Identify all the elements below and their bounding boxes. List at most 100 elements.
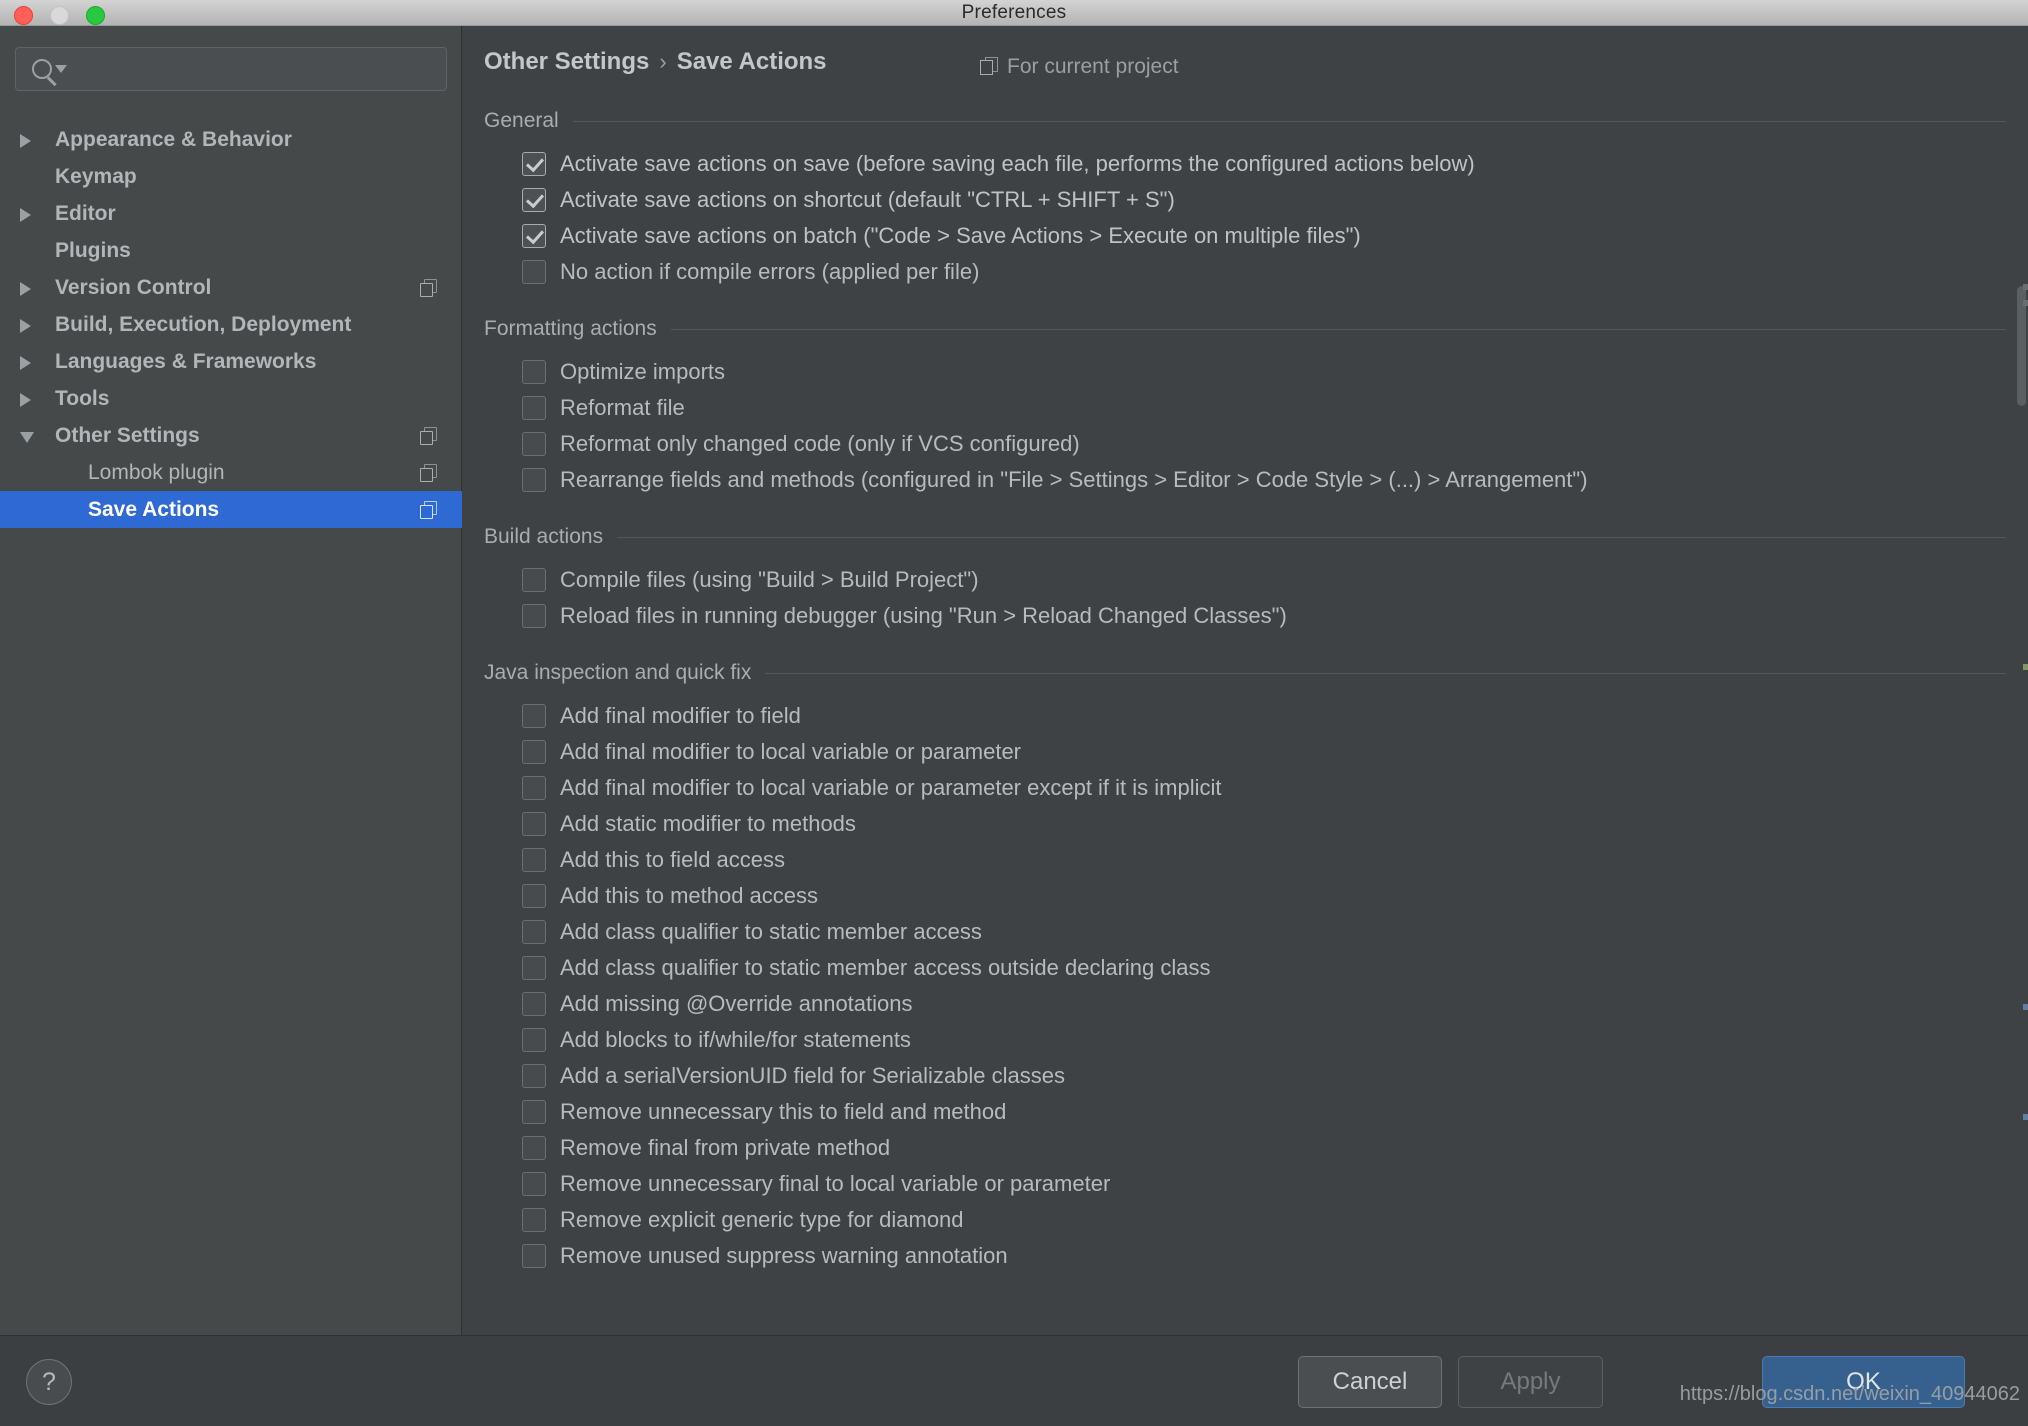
checkbox-row[interactable]: Add class qualifier to static member acc… — [462, 950, 2028, 986]
checkbox-row[interactable]: Activate save actions on shortcut (defau… — [462, 182, 2028, 218]
checkbox-row[interactable]: Add final modifier to local variable or … — [462, 770, 2028, 806]
sidebar-item-build-execution-deployment[interactable]: Build, Execution, Deployment — [0, 306, 462, 343]
sidebar-item-save-actions[interactable]: Save Actions — [0, 491, 462, 528]
sidebar-item-languages-frameworks[interactable]: Languages & Frameworks — [0, 343, 462, 380]
checkbox-row[interactable]: Remove unnecessary final to local variab… — [462, 1166, 2028, 1202]
checkbox-row[interactable]: Remove final from private method — [462, 1130, 2028, 1166]
checkbox-row[interactable]: Add this to field access — [462, 842, 2028, 878]
apply-button[interactable]: Apply — [1458, 1356, 1603, 1408]
checkbox-unchecked[interactable] — [522, 704, 546, 728]
checkbox-unchecked[interactable] — [522, 1100, 546, 1124]
checkbox-row[interactable]: Compile files (using "Build > Build Proj… — [462, 562, 2028, 598]
sidebar-item-other-settings[interactable]: Other Settings — [0, 417, 462, 454]
checkbox-unchecked[interactable] — [522, 1064, 546, 1088]
checkbox-row[interactable]: Remove explicit generic type for diamond — [462, 1202, 2028, 1238]
checkbox-row[interactable]: Add this to method access — [462, 878, 2028, 914]
checkbox-checked[interactable] — [522, 224, 546, 248]
checkbox-unchecked[interactable] — [522, 920, 546, 944]
checkbox-row[interactable]: Reload files in running debugger (using … — [462, 598, 2028, 634]
sidebar-item-label: Lombok plugin — [88, 461, 225, 484]
checkbox-label: Add final modifier to local variable or … — [560, 739, 1022, 764]
checkbox-row[interactable]: Add final modifier to field — [462, 698, 2028, 734]
checkbox-label: Add a serialVersionUID field for Seriali… — [560, 1063, 1066, 1088]
sidebar-item-lombok-plugin[interactable]: Lombok plugin — [0, 454, 462, 491]
checkbox-row[interactable]: Add blocks to if/while/for statements — [462, 1022, 2028, 1058]
checkbox-row[interactable]: No action if compile errors (applied per… — [462, 254, 2028, 290]
section-header: Formatting actions — [462, 312, 2028, 346]
sidebar-item-version-control[interactable]: Version Control — [0, 269, 462, 306]
sidebar-item-plugins[interactable]: Plugins — [0, 232, 462, 269]
checkbox-row[interactable]: Activate save actions on save (before sa… — [462, 146, 2028, 182]
checkbox-unchecked[interactable] — [522, 432, 546, 456]
help-button[interactable]: ? — [26, 1359, 72, 1405]
breadcrumb: Other Settings › Save Actions — [484, 48, 827, 76]
checkbox-unchecked[interactable] — [522, 396, 546, 420]
checkbox-label: Activate save actions on save (before sa… — [560, 151, 1475, 176]
checkbox-row[interactable]: Activate save actions on batch ("Code > … — [462, 218, 2028, 254]
checkbox-unchecked[interactable] — [522, 1136, 546, 1160]
breadcrumb-separator: › — [659, 49, 667, 74]
checkbox-row[interactable]: Optimize imports — [462, 354, 2028, 390]
dialog-body: Appearance & Behavior Keymap Editor Plugins… — [0, 26, 2028, 1335]
chevron-down-icon — [55, 65, 67, 73]
chevron-right-icon[interactable] — [20, 134, 31, 148]
checkbox-label: Remove explicit generic type for diamond — [560, 1207, 964, 1232]
breadcrumb-parent[interactable]: Other Settings — [484, 48, 649, 75]
chevron-down-icon[interactable] — [20, 432, 34, 443]
checkbox-row[interactable]: Add class qualifier to static member acc… — [462, 914, 2028, 950]
watermark-text: https://blog.csdn.net/weixin_40944062 — [1679, 1383, 2020, 1405]
checkbox-row[interactable]: Rearrange fields and methods (configured… — [462, 462, 2028, 498]
checkbox-row[interactable]: Reformat file — [462, 390, 2028, 426]
sidebar-item-keymap[interactable]: Keymap — [0, 158, 462, 195]
title-bar: Preferences — [0, 0, 2028, 26]
sidebar-item-editor[interactable]: Editor — [0, 195, 462, 232]
checkbox-unchecked[interactable] — [522, 568, 546, 592]
checkbox-unchecked[interactable] — [522, 360, 546, 384]
checkbox-label: Reformat file — [560, 395, 685, 420]
checkbox-label: Add final modifier to local variable or … — [560, 775, 1222, 800]
settings-scroll-area[interactable]: General Activate save actions on save (be… — [462, 104, 2028, 1335]
checkbox-unchecked[interactable] — [522, 740, 546, 764]
chevron-right-icon[interactable] — [20, 319, 31, 333]
copy-icon — [420, 501, 438, 519]
checkbox-row[interactable]: Add static modifier to methods — [462, 806, 2028, 842]
checkbox-unchecked[interactable] — [522, 1028, 546, 1052]
sidebar-item-label: Appearance & Behavior — [55, 128, 292, 151]
checkbox-checked[interactable] — [522, 152, 546, 176]
section-divider — [670, 328, 2006, 330]
project-scope-label: For current project — [980, 54, 1179, 79]
checkbox-unchecked[interactable] — [522, 812, 546, 836]
checkbox-unchecked[interactable] — [522, 1172, 546, 1196]
sidebar-item-label: Plugins — [55, 239, 131, 262]
checkbox-unchecked[interactable] — [522, 992, 546, 1016]
checkbox-unchecked[interactable] — [522, 1208, 546, 1232]
checkbox-unchecked[interactable] — [522, 604, 546, 628]
chevron-right-icon[interactable] — [20, 393, 31, 407]
checkbox-unchecked[interactable] — [522, 956, 546, 980]
checkbox-unchecked[interactable] — [522, 848, 546, 872]
checkbox-unchecked[interactable] — [522, 1244, 546, 1268]
checkbox-checked[interactable] — [522, 188, 546, 212]
checkbox-row[interactable]: Reformat only changed code (only if VCS … — [462, 426, 2028, 462]
checkbox-unchecked[interactable] — [522, 776, 546, 800]
chevron-right-icon[interactable] — [20, 208, 31, 222]
cancel-button[interactable]: Cancel — [1298, 1356, 1442, 1408]
checkbox-unchecked[interactable] — [522, 468, 546, 492]
search-input[interactable] — [15, 47, 447, 91]
checkbox-row[interactable]: Remove unnecessary this to field and met… — [462, 1094, 2028, 1130]
chevron-right-icon[interactable] — [20, 356, 31, 370]
checkbox-row[interactable]: Add a serialVersionUID field for Seriali… — [462, 1058, 2028, 1094]
checkbox-unchecked[interactable] — [522, 260, 546, 284]
checkbox-label: Remove unnecessary final to local variab… — [560, 1171, 1111, 1196]
sidebar-item-tools[interactable]: Tools — [0, 380, 462, 417]
section-header: General — [462, 104, 2028, 138]
checkbox-row[interactable]: Remove unused suppress warning annotatio… — [462, 1238, 2028, 1274]
checkbox-row[interactable]: Add final modifier to local variable or … — [462, 734, 2028, 770]
chevron-right-icon[interactable] — [20, 282, 31, 296]
sidebar-item-appearance-behavior[interactable]: Appearance & Behavior — [0, 121, 462, 158]
checkbox-unchecked[interactable] — [522, 884, 546, 908]
checkbox-row[interactable]: Add missing @Override annotations — [462, 986, 2028, 1022]
